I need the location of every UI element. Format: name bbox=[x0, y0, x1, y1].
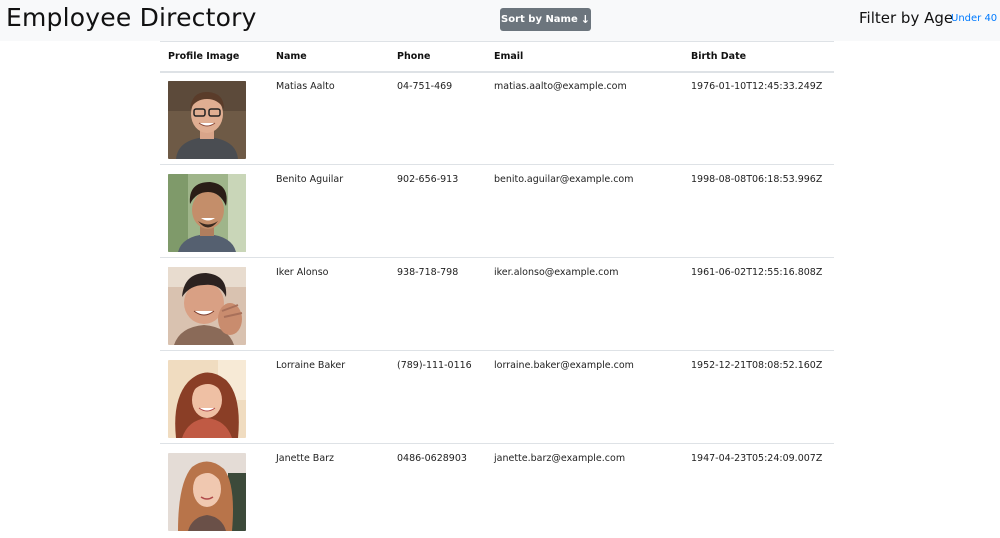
employee-name: Lorraine Baker bbox=[268, 350, 389, 444]
sort-by-name-button[interactable]: Sort by Name ↓ bbox=[500, 8, 591, 31]
profile-image-cell bbox=[160, 72, 268, 165]
sort-button-label: Sort by Name bbox=[501, 14, 578, 25]
table-row: Lorraine Baker (789)-111-0116 lorraine.b… bbox=[160, 350, 834, 444]
profile-image-cell bbox=[160, 257, 268, 351]
page-title: Employee Directory bbox=[6, 3, 257, 32]
employee-email: janette.barz@example.com bbox=[486, 443, 683, 536]
filter-under-40-link[interactable]: Under 40 bbox=[951, 13, 997, 24]
employee-phone: 0486-0628903 bbox=[389, 443, 486, 536]
employee-birth-date: 1961-06-02T12:55:16.808Z bbox=[683, 257, 834, 351]
employee-name: Janette Barz bbox=[268, 443, 389, 536]
table-row: Janette Barz 0486-0628903 janette.barz@e… bbox=[160, 443, 834, 536]
employee-email: matias.aalto@example.com bbox=[494, 81, 627, 92]
table-row: Iker Alonso 938-718-798 iker.alonso@exam… bbox=[160, 257, 834, 351]
column-header-profile-image: Profile Image bbox=[160, 41, 268, 73]
profile-image-cell bbox=[160, 443, 268, 536]
table-header-row: Profile Image Name Phone Email Birth Dat… bbox=[160, 41, 834, 73]
profile-photo-iker-alonso bbox=[168, 267, 246, 345]
employee-name: Matias Aalto bbox=[276, 81, 335, 92]
employee-table: Profile Image Name Phone Email Birth Dat… bbox=[160, 41, 834, 536]
table-row: Benito Aguilar 902-656-913 benito.aguila… bbox=[160, 164, 834, 258]
column-header-name: Name bbox=[268, 41, 389, 73]
profile-image-cell bbox=[160, 164, 268, 258]
profile-image-cell bbox=[160, 350, 268, 444]
employee-phone: 04-751-469 bbox=[397, 81, 453, 92]
top-navbar: Employee Directory Sort by Name ↓ Filter… bbox=[0, 0, 1000, 41]
table-row: Matias Aalto 04-751-469 matias.aalto@exa… bbox=[160, 72, 834, 165]
employee-phone: 902-656-913 bbox=[389, 164, 486, 258]
employee-email: benito.aguilar@example.com bbox=[486, 164, 683, 258]
employee-phone: (789)-111-0116 bbox=[389, 350, 486, 444]
arrow-down-icon: ↓ bbox=[580, 13, 590, 26]
employee-birth-date: 1952-12-21T08:08:52.160Z bbox=[683, 350, 834, 444]
profile-photo-lorraine-baker bbox=[168, 360, 246, 438]
column-header-phone: Phone bbox=[389, 41, 486, 73]
employee-birth-date: 1998-08-08T06:18:53.996Z bbox=[683, 164, 834, 258]
employee-name: Benito Aguilar bbox=[268, 164, 389, 258]
profile-photo-janette-barz bbox=[168, 453, 246, 531]
employee-name: Iker Alonso bbox=[268, 257, 389, 351]
employee-email: lorraine.baker@example.com bbox=[486, 350, 683, 444]
profile-photo-benito-aguilar bbox=[168, 174, 246, 252]
employee-email: iker.alonso@example.com bbox=[486, 257, 683, 351]
profile-photo-matias-aalto bbox=[168, 81, 246, 159]
employee-phone: 938-718-798 bbox=[389, 257, 486, 351]
employee-table-container: Profile Image Name Phone Email Birth Dat… bbox=[160, 41, 834, 536]
employee-birth-date: 1947-04-23T05:24:09.007Z bbox=[683, 443, 834, 536]
column-header-email: Email bbox=[486, 41, 683, 73]
column-header-birth-date: Birth Date bbox=[683, 41, 834, 73]
employee-birth-date: 1976-01-10T12:45:33.249Z bbox=[691, 81, 823, 92]
filter-by-age-label: Filter by Age bbox=[859, 9, 954, 27]
